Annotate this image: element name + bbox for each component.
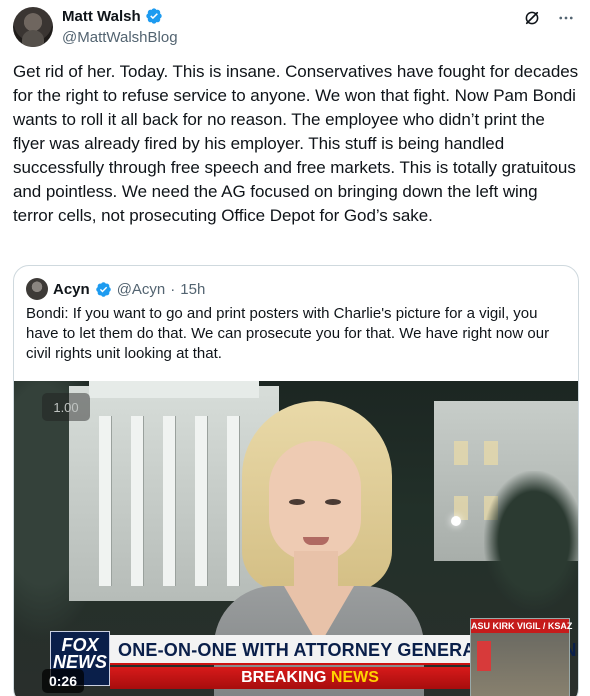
more-options-icon[interactable] — [556, 8, 576, 28]
quoted-author-handle[interactable]: @Acyn — [117, 281, 166, 298]
author-header: Matt Walsh @MattWalshBlog — [62, 6, 178, 47]
breaking-news-banner: BREAKING NEWS — [110, 667, 510, 689]
verified-badge-icon — [145, 8, 162, 24]
video-inset-feed: ASU KIRK VIGIL / KSAZ — [470, 618, 573, 696]
inset-label: ASU KIRK VIGIL / KSAZ — [471, 619, 573, 633]
breaking-label: BREAKING — [241, 669, 327, 686]
quoted-author-display-name[interactable]: Acyn — [53, 281, 90, 298]
quoted-post-text: Bondi: If you want to go and print poste… — [26, 305, 550, 362]
video-scene-lamp — [451, 516, 461, 526]
author-display-name[interactable]: Matt Walsh — [62, 8, 141, 25]
video-scene-tree — [484, 471, 578, 611]
post-container: Matt Walsh @MattWalshBlog Get rid of her… — [0, 0, 590, 696]
news-label: NEWS — [330, 669, 379, 686]
author-handle[interactable]: @MattWalshBlog — [62, 29, 178, 46]
lower-third-headline: ONE-ON-ONE WITH ATTORNEY GENERAL PAM BON… — [110, 635, 578, 665]
playback-speed-indicator[interactable]: 1.00 — [42, 393, 90, 421]
video-player[interactable]: 1.00 FOX NEWS ONE-ON-ONE WITH ATTORNEY G… — [14, 381, 578, 696]
news-lower-third: FOX NEWS ONE-ON-ONE WITH ATTORNEY GENERA… — [50, 621, 578, 689]
quoted-separator: · — [170, 280, 176, 298]
author-avatar[interactable] — [13, 7, 53, 47]
post-body-text: Get rid of her. Today. This is insane. C… — [13, 62, 579, 225]
quoted-post-header: Acyn @Acyn · 15h — [26, 278, 205, 300]
post-top-actions — [522, 8, 576, 28]
quoted-author-avatar[interactable] — [26, 278, 48, 300]
grok-icon[interactable] — [522, 8, 542, 28]
verified-badge-icon — [95, 281, 111, 297]
quoted-post-time[interactable]: 15h — [180, 281, 205, 298]
quoted-post-card[interactable]: Acyn @Acyn · 15h Bondi: If you want to g… — [13, 265, 579, 696]
video-timestamp: 0:26 — [42, 669, 84, 693]
